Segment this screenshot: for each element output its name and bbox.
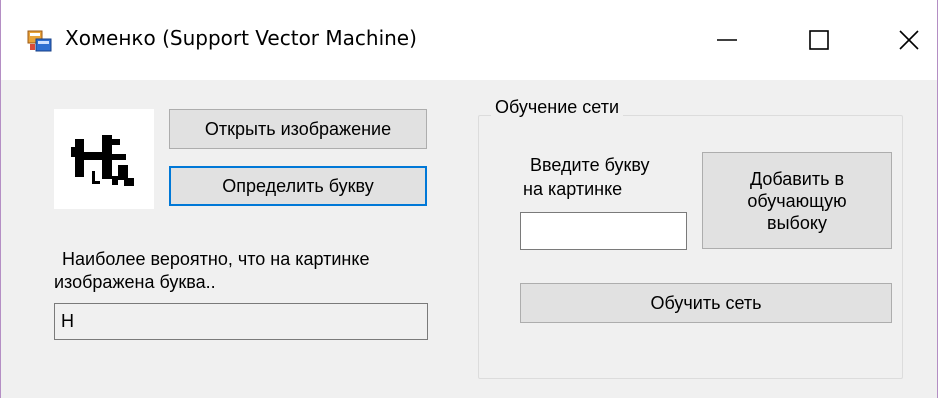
pixel-letter-image [71,135,134,186]
letter-image-preview [54,109,154,209]
close-button[interactable] [863,0,940,80]
window-title: Хоменко (Support Vector Machine) [65,26,417,50]
add-sample-label-line3: выбоку [767,212,827,233]
maximize-icon [809,30,829,50]
add-sample-label-line1: Добавить в [749,168,845,189]
winforms-app-icon [27,30,52,52]
enter-letter-label-line2: на картинке [523,179,623,199]
maximize-button[interactable] [773,0,865,80]
app-window: Хоменко (Support Vector Machine) Открыть… [0,0,938,398]
open-image-button[interactable]: Открыть изображение [169,109,427,149]
result-letter-field[interactable]: Н [54,303,428,340]
train-network-button[interactable]: Обучить сеть [520,283,892,323]
enter-letter-label-line1: Введите букву [530,155,650,175]
detect-letter-button[interactable]: Определить букву [169,166,427,206]
result-caption-line2: изображена буква.. [54,272,216,292]
training-groupbox-title: Обучение сети [491,96,624,118]
result-caption-line1: Наиболее вероятно, что на картинке [62,249,370,269]
title-bar[interactable]: Хоменко (Support Vector Machine) [1,0,937,80]
close-icon [899,30,919,50]
letter-input[interactable] [520,212,687,250]
add-sample-label-line2: обучающую [747,190,847,211]
minimize-icon [717,39,737,41]
minimize-button[interactable] [681,0,773,80]
add-to-training-set-button[interactable]: Добавить в обучающую выбоку [702,152,892,249]
